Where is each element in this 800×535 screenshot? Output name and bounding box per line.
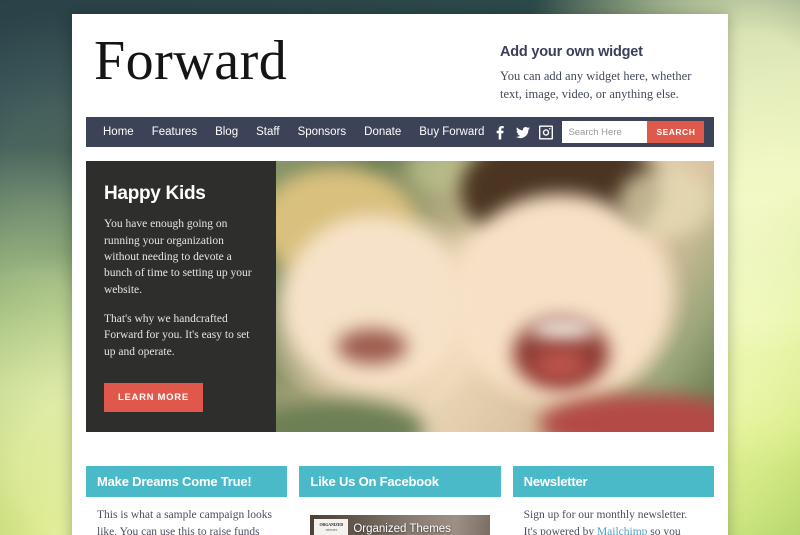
widget-campaign-heading: Make Dreams Come True!: [86, 466, 288, 498]
widget-facebook-heading: Like Us On Facebook: [299, 466, 501, 498]
search-button[interactable]: SEARCH: [647, 121, 705, 144]
facebook-icon[interactable]: [493, 125, 507, 140]
social-icon-group: SEARCH: [493, 121, 718, 144]
widget-newsletter-body: Sign up for our monthly newsletter. It's…: [513, 497, 714, 535]
photo-child-right-teeth: [530, 318, 596, 341]
facebook-page-embed[interactable]: ORGANIZED THEMES Liked Organized Themes …: [310, 515, 490, 535]
widget-campaign-text: This is what a sample campaign looks lik…: [97, 509, 273, 535]
facebook-page-name: Organized Themes: [353, 523, 451, 535]
slide-paragraph-2: That's why we handcrafted Forward for yo…: [104, 312, 250, 358]
slide-title: Happy Kids: [104, 183, 206, 205]
nav-item-features[interactable]: Features: [143, 117, 206, 147]
widget-newsletter: Newsletter Sign up for our monthly newsl…: [512, 466, 714, 535]
widget-facebook: Like Us On Facebook ORGANIZED THEMES Lik…: [299, 466, 501, 535]
widget-campaign: Make Dreams Come True! This is what a sa…: [86, 466, 288, 535]
header-widget-title: Add your own widget: [500, 44, 643, 60]
widget-newsletter-heading: Newsletter: [512, 466, 714, 498]
photo-bokeh-highlight: [617, 166, 714, 238]
site-title[interactable]: Forward: [94, 32, 287, 91]
nav-item-buy-forward[interactable]: Buy Forward: [410, 117, 493, 147]
nav-item-home[interactable]: Home: [94, 117, 143, 147]
photo-child-right-shirt: [538, 394, 714, 433]
photo-child-left-shoulder: [276, 399, 425, 433]
header-widget: Add your own widget You can add any widg…: [500, 32, 706, 103]
widget-facebook-body: ORGANIZED THEMES Liked Organized Themes …: [299, 497, 500, 535]
site-container: Forward Add your own widget You can add …: [72, 14, 728, 535]
masthead: Forward Add your own widget You can add …: [72, 14, 728, 117]
nav-item-sponsors[interactable]: Sponsors: [289, 117, 356, 147]
facebook-avatar-line2: THEMES: [325, 528, 338, 533]
footer-widget-area: Make Dreams Come True! This is what a sa…: [86, 466, 714, 535]
mailchimp-link[interactable]: Mailchimp: [597, 526, 647, 535]
nav-item-donate[interactable]: Donate: [355, 117, 410, 147]
nav-item-blog[interactable]: Blog: [206, 117, 247, 147]
search-form: SEARCH: [562, 121, 705, 144]
hero-slider: Happy Kids You have enough going on runn…: [86, 161, 714, 433]
slide-photo: [276, 161, 714, 433]
photo-child-right-tongue: [534, 350, 587, 379]
search-input[interactable]: [562, 121, 648, 144]
learn-more-button[interactable]: LEARN MORE: [104, 382, 203, 412]
slide-caption: Happy Kids You have enough going on runn…: [86, 161, 276, 433]
main-navigation: Home Features Blog Staff Sponsors Donate…: [86, 117, 714, 148]
nav-item-staff[interactable]: Staff: [247, 117, 288, 147]
instagram-icon[interactable]: [539, 125, 554, 140]
twitter-icon[interactable]: [516, 125, 531, 140]
slide-paragraph-1: You have enough going on running your or…: [104, 218, 252, 296]
facebook-page-avatar: ORGANIZED THEMES Liked: [314, 519, 349, 535]
header-widget-text: You can add any widget here, whether tex…: [500, 69, 692, 102]
